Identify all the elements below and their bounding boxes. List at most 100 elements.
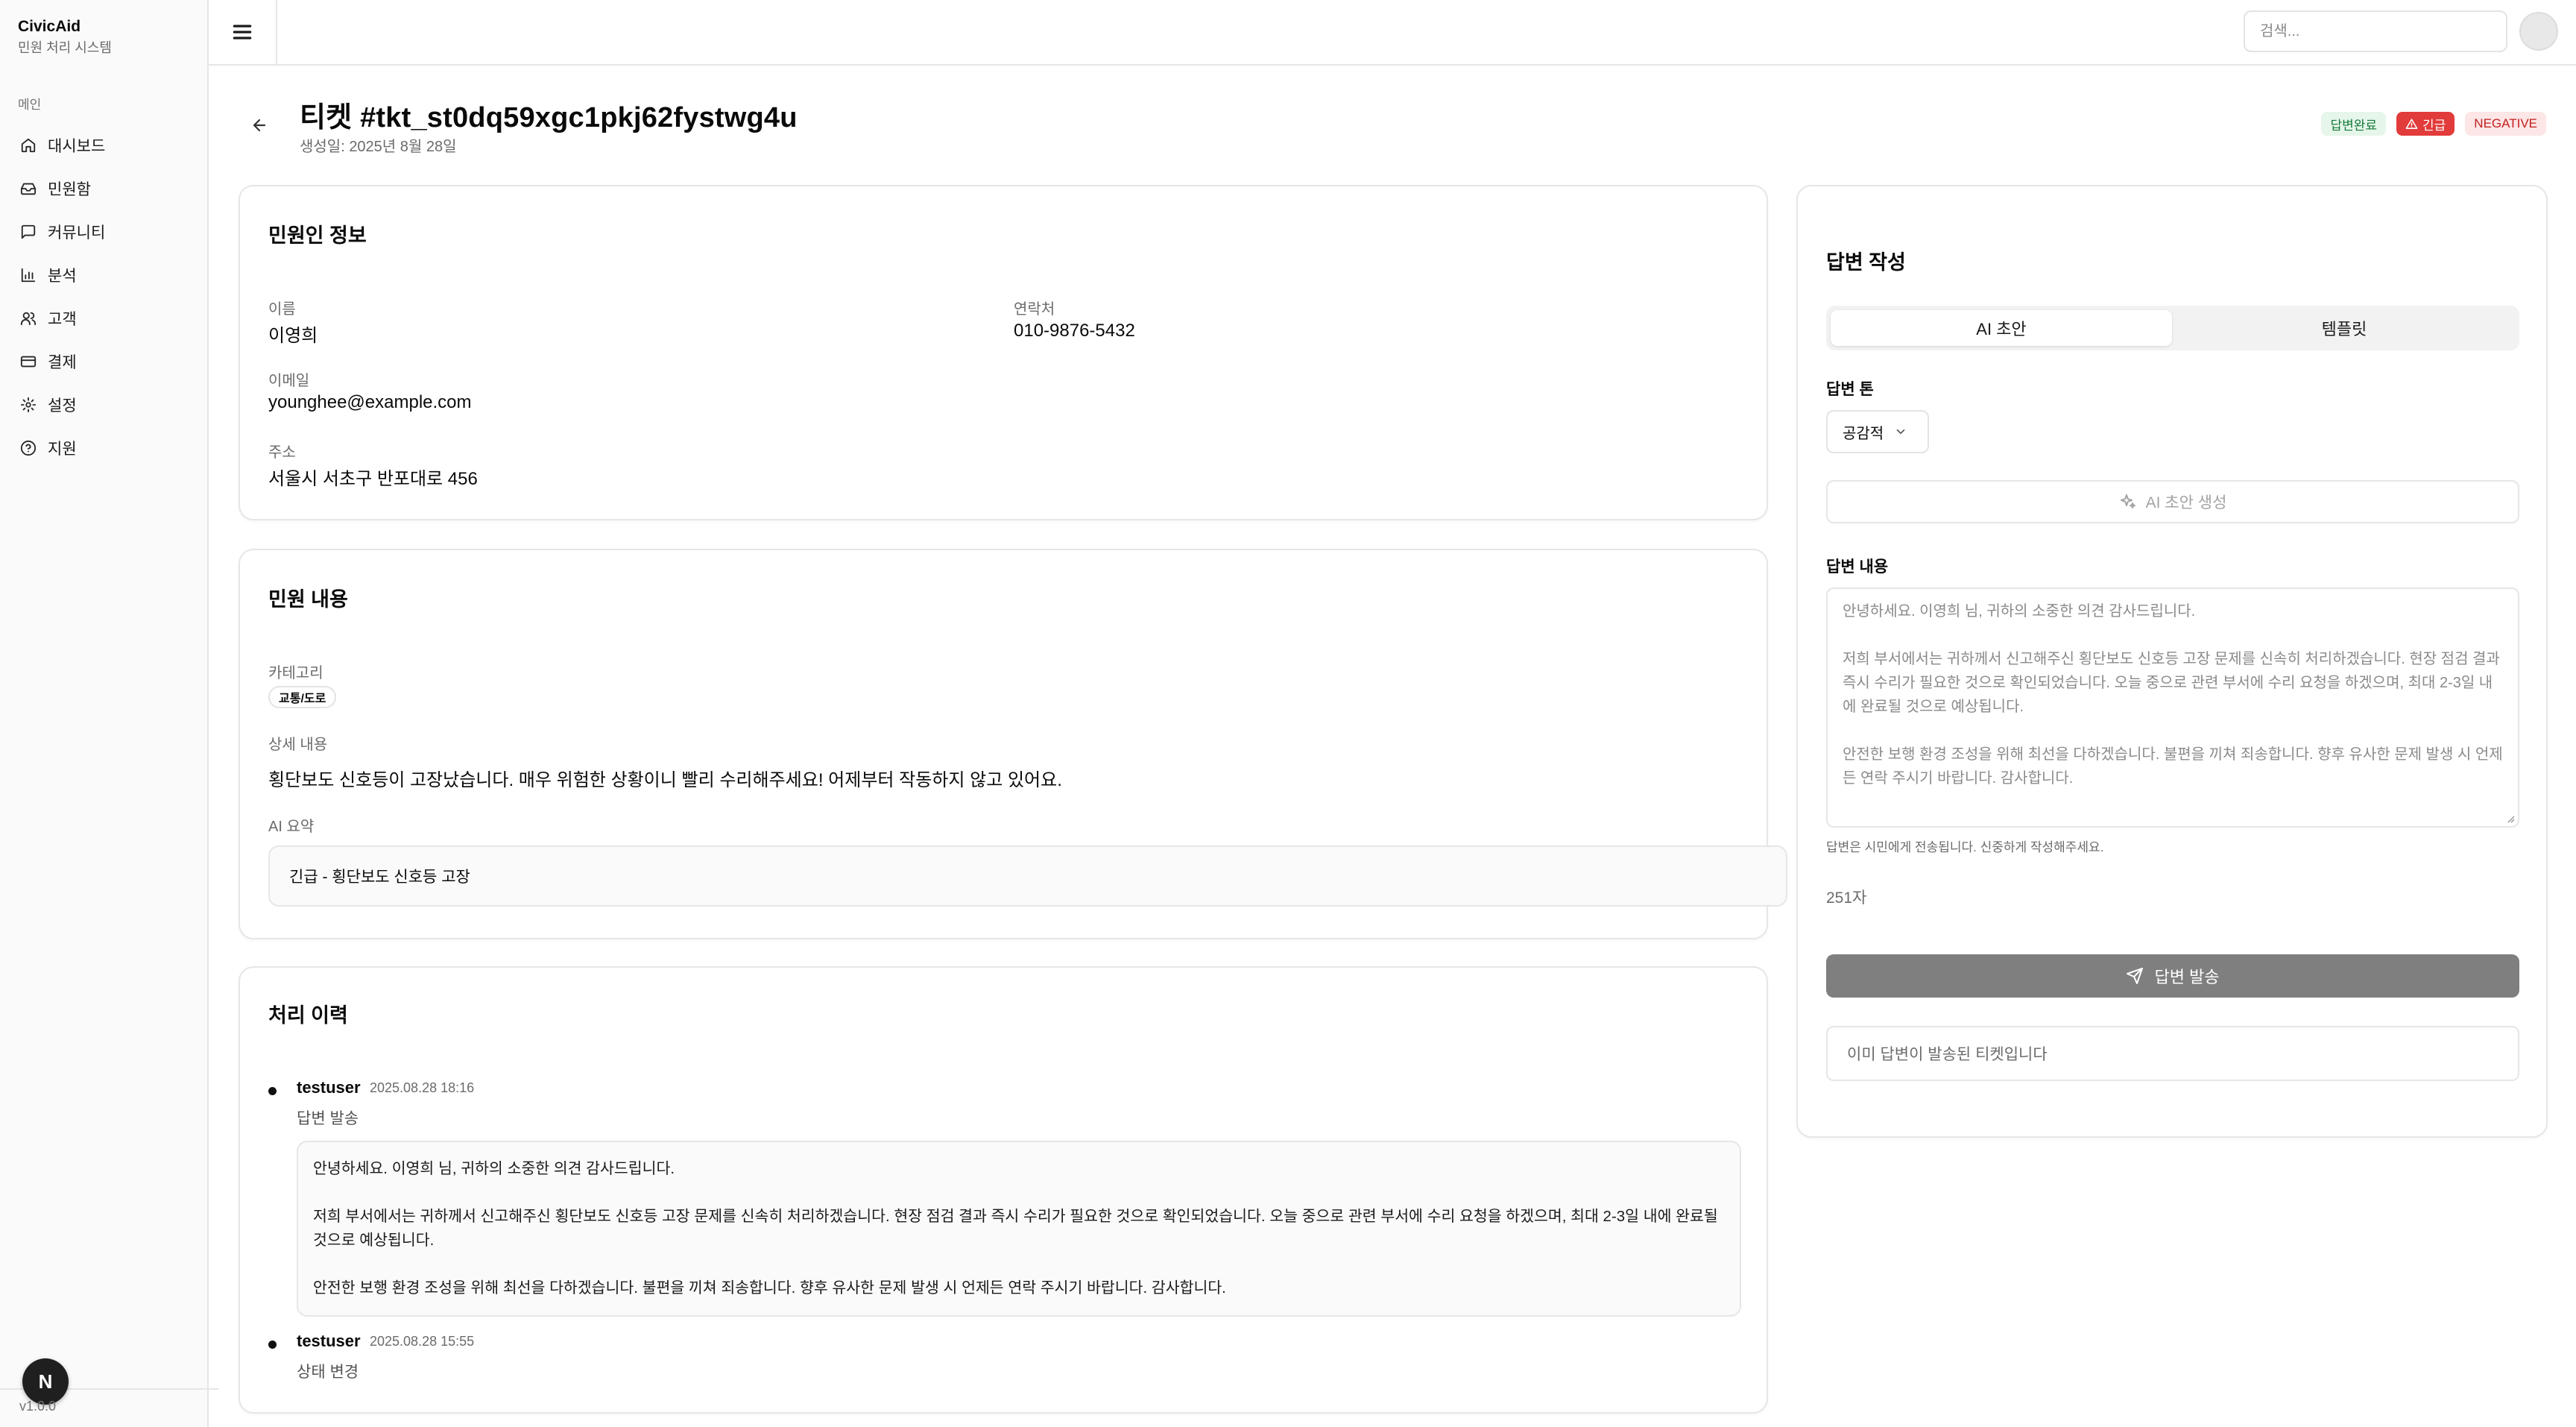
priority-badge-label: 긴급 xyxy=(2422,118,2446,133)
search-input[interactable] xyxy=(2244,10,2507,52)
history-user: testuser xyxy=(297,1332,361,1350)
name-label: 이름 xyxy=(268,301,296,318)
sidebar-nav: 대시보드 민원함 커뮤니티 분석 고객 결제 설정 지원 xyxy=(12,124,198,470)
sidebar-item-label: 지원 xyxy=(48,441,77,458)
generate-ai-draft-label: AI 초안 생성 xyxy=(2145,494,2227,511)
address-value: 서울시 서초구 반포대로 456 xyxy=(268,469,478,489)
tone-select-value: 공감적 xyxy=(1843,425,1884,442)
char-count: 251자 xyxy=(1826,889,1867,907)
history-card: 처리 이력 testuser 2025.08.28 18:16 답변 발송 안녕… xyxy=(239,966,1768,1414)
phone-value: 010-9876-5432 xyxy=(1014,321,1135,341)
card-title: 민원인 정보 xyxy=(268,224,367,247)
sidebar-item-label: 결제 xyxy=(48,354,77,371)
page-title: 티켓 #tkt_st0dq59xgc1pkj62fystwg4u xyxy=(300,102,798,133)
help-circle-icon xyxy=(19,439,37,457)
ai-summary-label: AI 요약 xyxy=(268,819,315,835)
name-value: 이영희 xyxy=(268,326,318,346)
phone-label: 연락처 xyxy=(1014,301,1055,318)
sidebar-item-label: 고객 xyxy=(48,311,77,328)
resize-handle-icon[interactable] xyxy=(2504,813,2515,823)
sidebar-item-support[interactable]: 지원 xyxy=(12,426,198,470)
sidebar-item-label: 대시보드 xyxy=(48,138,106,155)
ai-summary-box: 긴급 - 횡단보도 신호등 고장 xyxy=(268,845,1787,907)
reply-tabs: AI 초안 템플릿 xyxy=(1826,306,2519,350)
category-chip: 교통/도로 xyxy=(268,686,337,708)
timeline-dot xyxy=(268,1341,277,1349)
reply-content-paragraph: 저희 부서에서는 귀하께서 신고해주신 횡단보도 신호등 고장 문제를 신속히 … xyxy=(1843,651,2500,715)
nav-group-label: 메인 xyxy=(18,98,42,112)
sentiment-badge: NEGATIVE xyxy=(2465,112,2546,136)
history-message: 안녕하세요. 이영희 님, 귀하의 소중한 의견 감사드립니다. 저희 부서에서… xyxy=(297,1141,1741,1317)
priority-badge: 긴급 xyxy=(2396,112,2455,136)
category-label: 카테고리 xyxy=(268,665,323,681)
reply-hint: 답변은 시민에게 전송됩니다. 신중하게 작성해주세요. xyxy=(1826,840,2104,854)
sidebar-item-label: 민원함 xyxy=(48,181,91,198)
sidebar-item-inbox[interactable]: 민원함 xyxy=(12,167,198,210)
home-icon xyxy=(19,136,37,154)
message-icon xyxy=(19,223,37,241)
brand-subtitle: 민원 처리 시스템 xyxy=(18,40,112,55)
avatar[interactable] xyxy=(2519,12,2558,51)
tab-ai-draft[interactable]: AI 초안 xyxy=(1831,310,2172,346)
detail-value: 횡단보도 신호등이 고장났습니다. 매우 위험한 상황이니 빨리 수리해주세요!… xyxy=(268,770,1062,790)
card-title: 처리 이력 xyxy=(268,1004,348,1027)
brand[interactable]: CivicAid 민원 처리 시스템 xyxy=(18,16,112,57)
content-label: 답변 내용 xyxy=(1826,558,1889,576)
app-root: CivicAid 민원 처리 시스템 메인 대시보드 민원함 커뮤니티 분석 고… xyxy=(0,0,2576,1427)
status-badge: 답변완료 xyxy=(2321,112,2387,136)
sidebar-toggle-button[interactable] xyxy=(209,0,277,64)
dev-tools-button[interactable]: N xyxy=(22,1358,69,1405)
sidebar-item-label: 커뮤니티 xyxy=(48,224,106,242)
reply-compose-card: 답변 작성 AI 초안 템플릿 답변 톤 공감적 AI 초안 생성 답변 내용 … xyxy=(1796,185,2548,1138)
reply-content-textarea[interactable]: 안녕하세요. 이영희 님, 귀하의 소중한 의견 감사드립니다. 저희 부서에서… xyxy=(1826,588,2519,828)
tone-label: 답변 톤 xyxy=(1826,381,1874,398)
history-message-paragraph: 저희 부서에서는 귀하께서 신고해주신 횡단보도 신호등 고장 문제를 신속히 … xyxy=(313,1208,1718,1249)
back-button[interactable] xyxy=(246,112,273,139)
history-action: 상태 변경 xyxy=(297,1364,359,1381)
address-label: 주소 xyxy=(268,444,296,461)
sidebar-item-customers[interactable]: 고객 xyxy=(12,297,198,340)
tab-template[interactable]: 템플릿 xyxy=(2174,310,2515,346)
sidebar-item-dashboard[interactable]: 대시보드 xyxy=(12,124,198,167)
history-message-paragraph: 안녕하세요. 이영희 님, 귀하의 소중한 의견 감사드립니다. xyxy=(313,1160,675,1177)
reply-content-paragraph: 안녕하세요. 이영희 님, 귀하의 소중한 의견 감사드립니다. xyxy=(1843,603,2196,620)
sidebar-item-analytics[interactable]: 분석 xyxy=(12,253,198,297)
complaint-content-card: 민원 내용 카테고리 교통/도로 상세 내용 횡단보도 신호등이 고장났습니다.… xyxy=(239,549,1787,939)
gear-icon xyxy=(19,396,37,414)
bar-chart-icon xyxy=(19,266,37,284)
credit-card-icon xyxy=(19,353,37,371)
detail-label: 상세 내용 xyxy=(268,737,328,753)
sidebar-item-billing[interactable]: 결제 xyxy=(12,340,198,383)
chevron-down-icon xyxy=(1896,429,1905,435)
sparkles-icon xyxy=(2120,494,2135,508)
timeline-dot xyxy=(268,1087,277,1095)
history-message-paragraph: 안전한 보행 환경 조성을 위해 최선을 다하겠습니다. 불편을 끼쳐 죄송합니… xyxy=(313,1279,1226,1297)
send-icon xyxy=(2127,968,2144,984)
already-sent-notice: 이미 답변이 발송된 티켓입니다 xyxy=(1826,1026,2519,1081)
email-label: 이메일 xyxy=(268,373,310,389)
send-reply-label: 답변 발송 xyxy=(2154,968,2220,986)
email-value: younghee@example.com xyxy=(268,392,472,412)
history-time: 2025.08.28 18:16 xyxy=(370,1080,475,1095)
arrow-left-icon xyxy=(253,119,266,132)
brand-name: CivicAid xyxy=(18,18,81,35)
menu-icon xyxy=(233,25,252,40)
history-time: 2025.08.28 15:55 xyxy=(370,1334,475,1349)
tone-select[interactable]: 공감적 xyxy=(1826,410,1929,453)
created-date: 생성일: 2025년 8월 28일 xyxy=(300,139,457,155)
sidebar-item-settings[interactable]: 설정 xyxy=(12,383,198,426)
inbox-icon xyxy=(19,180,37,198)
card-title: 답변 작성 xyxy=(1826,251,1906,274)
card-title: 민원 내용 xyxy=(268,588,348,611)
sidebar-item-community[interactable]: 커뮤니티 xyxy=(12,210,198,253)
status-badges: 답변완료 긴급 NEGATIVE xyxy=(2321,112,2546,136)
users-icon xyxy=(19,309,37,327)
sidebar-item-label: 설정 xyxy=(48,397,77,415)
alert-triangle-icon xyxy=(2405,118,2418,129)
sidebar-item-label: 분석 xyxy=(48,268,77,285)
version-label: v1.0.0 xyxy=(19,1399,57,1414)
generate-ai-draft-button[interactable]: AI 초안 생성 xyxy=(1826,480,2519,523)
sidebar: CivicAid 민원 처리 시스템 메인 대시보드 민원함 커뮤니티 분석 고… xyxy=(0,0,219,1427)
send-reply-button[interactable]: 답변 발송 xyxy=(1826,954,2519,998)
history-user: testuser xyxy=(297,1078,361,1097)
